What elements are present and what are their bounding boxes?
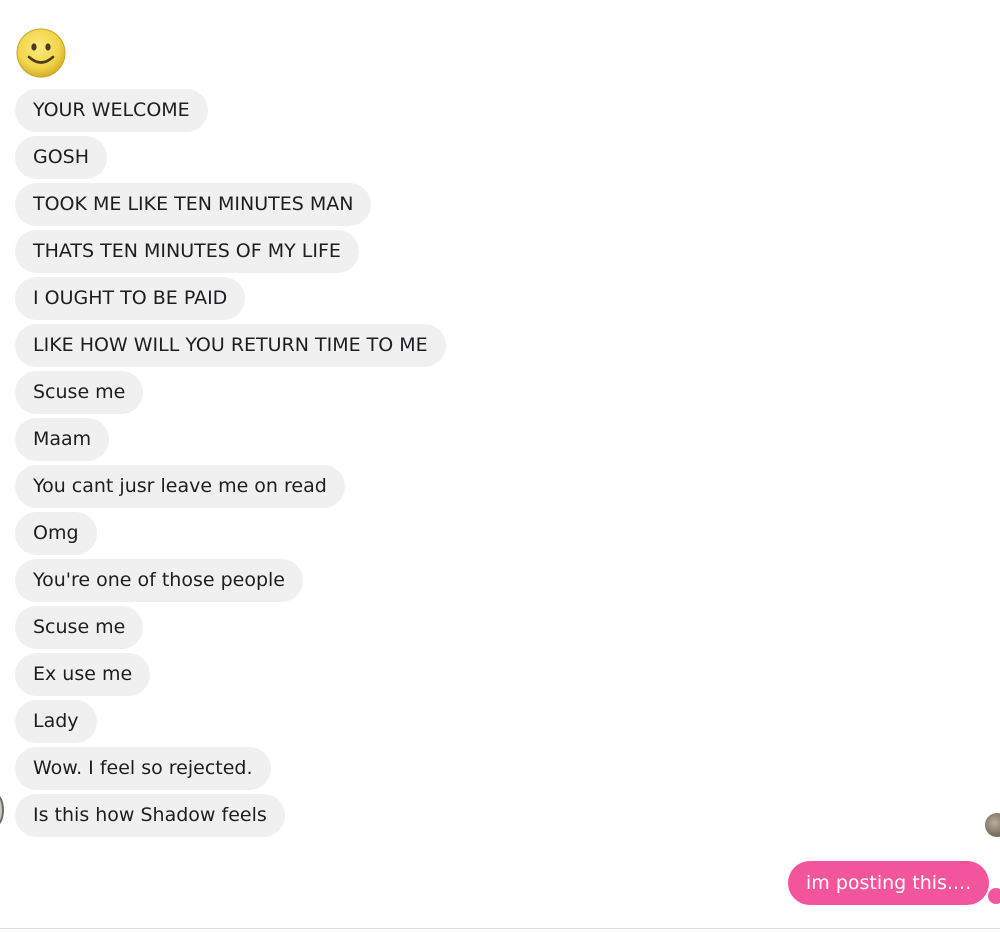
- composer-divider: [0, 928, 1000, 929]
- incoming-message[interactable]: Wow. I feel so rejected.: [15, 747, 271, 790]
- incoming-message[interactable]: GOSH: [15, 136, 108, 179]
- read-receipt-avatar: [985, 813, 1000, 837]
- incoming-message[interactable]: YOUR WELCOME: [15, 89, 208, 132]
- incoming-message[interactable]: LIKE HOW WILL YOU RETURN TIME TO ME: [15, 324, 446, 367]
- incoming-message[interactable]: Maam: [15, 418, 110, 461]
- smiley-emoji-icon: [16, 28, 66, 78]
- incoming-message[interactable]: THATS TEN MINUTES OF MY LIFE: [15, 230, 359, 273]
- incoming-message[interactable]: Scuse me: [15, 371, 144, 414]
- incoming-message[interactable]: You're one of those people: [15, 559, 303, 602]
- message-thread: YOUR WELCOME GOSH TOOK ME LIKE TEN MINUT…: [0, 0, 1000, 932]
- incoming-message[interactable]: I OUGHT TO BE PAID: [15, 277, 246, 320]
- outgoing-message[interactable]: im posting this....: [788, 861, 990, 905]
- incoming-message[interactable]: Is this how Shadow feels: [15, 794, 285, 837]
- incoming-message[interactable]: Omg: [15, 512, 97, 555]
- incoming-message[interactable]: You cant jusr leave me on read: [15, 465, 345, 508]
- incoming-message[interactable]: Scuse me: [15, 606, 144, 649]
- incoming-message[interactable]: TOOK ME LIKE TEN MINUTES MAN: [15, 183, 372, 226]
- sent-check-icon: [988, 888, 1000, 904]
- incoming-message-list: YOUR WELCOME GOSH TOOK ME LIKE TEN MINUT…: [15, 89, 446, 841]
- incoming-message[interactable]: Lady: [15, 700, 97, 743]
- sender-avatar[interactable]: [0, 794, 4, 826]
- incoming-message[interactable]: Ex use me: [15, 653, 151, 696]
